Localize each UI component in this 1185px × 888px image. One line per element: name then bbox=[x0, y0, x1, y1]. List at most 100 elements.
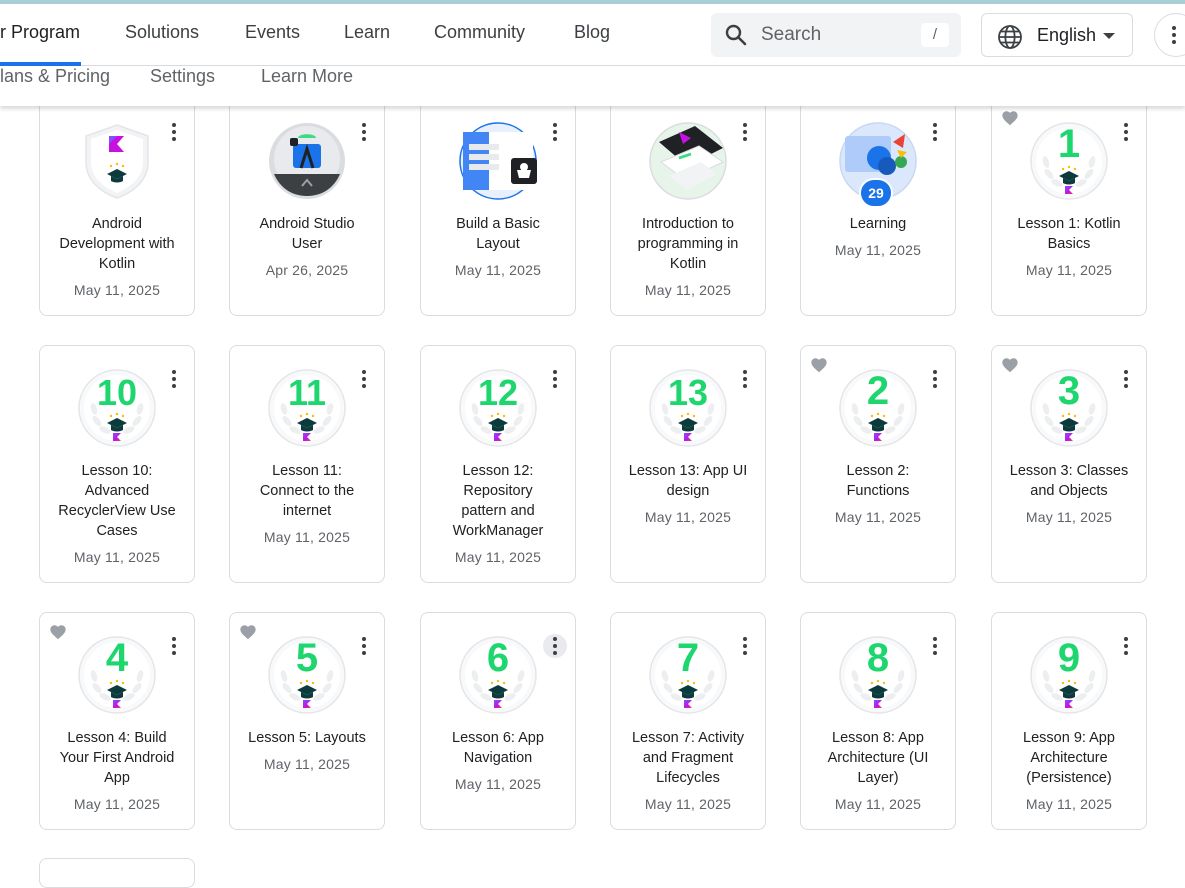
more-options-button[interactable] bbox=[1154, 13, 1185, 57]
badge-card[interactable]: 12 Lesson 12: Repository pattern and WorkMan… bbox=[420, 345, 576, 583]
badge-title-line: RecyclerView Use bbox=[58, 503, 176, 519]
lesson-badge-image: 5 bbox=[268, 636, 346, 714]
badge-title: Lesson 13: App UI design bbox=[619, 461, 757, 501]
badge-title-line: Repository bbox=[463, 483, 533, 499]
lesson-badge-image: 3 bbox=[1030, 369, 1108, 447]
card-more-options-icon[interactable] bbox=[1114, 634, 1138, 658]
badge-title-line: Lesson 4: Build bbox=[67, 730, 167, 746]
language-selector[interactable]: English bbox=[981, 13, 1133, 57]
badge-card[interactable]: 7 Lesson 7: Activity and Fragment Lifecycle… bbox=[610, 612, 766, 830]
subnav-learn-more[interactable]: Learn More bbox=[261, 66, 353, 87]
lesson-number: 3 bbox=[1057, 369, 1081, 413]
badge-earned-date: May 11, 2025 bbox=[454, 549, 542, 565]
lesson-number: 4 bbox=[105, 636, 129, 680]
badge-card[interactable]: 4 Lesson 4: Build Your First Android App May… bbox=[39, 612, 195, 830]
badge-title: Lesson 10: Advanced RecyclerView Use Cases bbox=[48, 461, 186, 541]
badge-card[interactable]: Android Studio User Apr 26, 2025 bbox=[229, 97, 385, 316]
badge-card[interactable]: 8 Lesson 8: App Architecture (UI Layer) May … bbox=[800, 612, 956, 830]
heart-icon[interactable] bbox=[1001, 357, 1019, 378]
badge-title-line: Build a Basic bbox=[456, 216, 540, 232]
intro-badge-image bbox=[649, 122, 727, 200]
badge-title-line: design bbox=[666, 483, 710, 499]
nav-tab-program[interactable]: r Program bbox=[0, 22, 80, 43]
badge-earned-date: May 11, 2025 bbox=[1025, 509, 1113, 525]
badge-title-line: and Fragment bbox=[642, 750, 734, 766]
lesson-number: 6 bbox=[486, 636, 510, 680]
card-more-options-icon[interactable] bbox=[923, 367, 947, 391]
badge-card[interactable]: 11 Lesson 11: Connect to the internet May 11… bbox=[229, 345, 385, 583]
badge-title-line: Cases bbox=[96, 523, 138, 539]
badge-earned-date: May 11, 2025 bbox=[644, 509, 732, 525]
card-more-options-icon[interactable] bbox=[543, 120, 567, 144]
badge-title-line: and Objects bbox=[1030, 483, 1108, 499]
nav-tab-learn[interactable]: Learn bbox=[344, 22, 390, 43]
card-more-options-icon[interactable] bbox=[162, 367, 186, 391]
badge-card[interactable]: Build a Basic Layout May 11, 2025 bbox=[420, 97, 576, 316]
card-more-options-icon[interactable] bbox=[733, 634, 757, 658]
heart-icon[interactable] bbox=[239, 624, 257, 645]
badge-card[interactable]: 6 Lesson 6: App Navigation May 11, 2025 bbox=[420, 612, 576, 830]
badge-title-line: internet bbox=[282, 503, 332, 519]
badge-earned-date: May 11, 2025 bbox=[263, 529, 351, 545]
badge-card-partial[interactable] bbox=[39, 858, 195, 888]
badge-card[interactable]: 3 Lesson 3: Classes and Objects May 11, 202… bbox=[991, 345, 1147, 583]
shield-badge-image bbox=[78, 122, 156, 200]
nav-tab-solutions[interactable]: Solutions bbox=[125, 22, 199, 43]
card-more-options-icon[interactable] bbox=[543, 367, 567, 391]
badge-title-line: Lesson 9: App bbox=[1023, 730, 1115, 746]
search-input[interactable] bbox=[761, 22, 911, 48]
nav-tab-community[interactable]: Community bbox=[434, 22, 525, 43]
card-more-options-icon[interactable] bbox=[1114, 367, 1138, 391]
heart-icon[interactable] bbox=[810, 357, 828, 378]
card-more-options-icon[interactable] bbox=[733, 367, 757, 391]
badge-title: Learning bbox=[809, 214, 947, 234]
badge-earned-date: May 11, 2025 bbox=[834, 796, 922, 812]
badge-title: Lesson 4: Build Your First Android App bbox=[48, 728, 186, 788]
badge-card[interactable]: 1 Lesson 1: Kotlin Basics May 11, 2025 bbox=[991, 97, 1147, 316]
badge-title-line: Learning bbox=[849, 216, 907, 232]
lesson-badge-image: 11 bbox=[268, 369, 346, 447]
lesson-badge-image: 1 bbox=[1030, 122, 1108, 200]
badge-card[interactable]: Android Development with Kotlin May 11, 202… bbox=[39, 97, 195, 316]
badge-card[interactable]: 10 Lesson 10: Advanced RecyclerView Use Case… bbox=[39, 345, 195, 583]
badge-title: Build a Basic Layout bbox=[429, 214, 567, 254]
badge-title-line: Lesson 3: Classes bbox=[1009, 463, 1129, 479]
card-more-options-icon[interactable] bbox=[733, 120, 757, 144]
globe-icon bbox=[997, 24, 1023, 55]
card-more-options-icon[interactable] bbox=[1114, 120, 1138, 144]
lesson-badge-image: 7 bbox=[649, 636, 727, 714]
nav-tab-events[interactable]: Events bbox=[245, 22, 300, 43]
badge-card[interactable]: 29 Learning May 11, 2025 bbox=[800, 97, 956, 316]
badge-title-line: Development with bbox=[59, 236, 175, 252]
card-more-options-icon[interactable] bbox=[352, 120, 376, 144]
card-more-options-icon[interactable] bbox=[352, 634, 376, 658]
lesson-number: 2 bbox=[866, 369, 890, 413]
badge-title-line: programming in bbox=[637, 236, 739, 252]
badge-title-line: Advanced bbox=[84, 483, 150, 499]
badge-card[interactable]: 2 Lesson 2: Functions May 11, 2025 bbox=[800, 345, 956, 583]
card-more-options-icon[interactable] bbox=[923, 120, 947, 144]
card-more-options-icon[interactable] bbox=[543, 634, 567, 658]
badge-earned-date: May 11, 2025 bbox=[834, 509, 922, 525]
card-more-options-icon[interactable] bbox=[352, 367, 376, 391]
subnav-settings[interactable]: Settings bbox=[150, 66, 215, 87]
search-box[interactable]: / bbox=[711, 13, 961, 57]
heart-icon[interactable] bbox=[1001, 110, 1019, 131]
subnav-plans-pricing[interactable]: lans & Pricing bbox=[0, 66, 110, 87]
card-more-options-icon[interactable] bbox=[162, 634, 186, 658]
badge-card[interactable]: 13 Lesson 13: App UI design May 11, 2025 bbox=[610, 345, 766, 583]
badge-card[interactable]: Introduction to programming in Kotlin May 1… bbox=[610, 97, 766, 316]
language-label: English bbox=[1037, 25, 1097, 45]
card-more-options-icon[interactable] bbox=[162, 120, 186, 144]
badge-title-line: Lesson 13: App UI bbox=[628, 463, 748, 479]
nav-tab-blog[interactable]: Blog bbox=[574, 22, 610, 43]
badge-earned-date: May 11, 2025 bbox=[834, 242, 922, 258]
badge-card[interactable]: 5 Lesson 5: Layouts May 11, 2025 bbox=[229, 612, 385, 830]
card-more-options-icon[interactable] bbox=[923, 634, 947, 658]
learning-badge-image: 29 bbox=[839, 122, 917, 208]
badge-title-line: Android bbox=[92, 216, 142, 232]
badge-title-line: User bbox=[291, 236, 323, 252]
heart-icon[interactable] bbox=[49, 624, 67, 645]
badge-title: Lesson 6: App Navigation bbox=[429, 728, 567, 768]
badge-card[interactable]: 9 Lesson 9: App Architecture (Persistence) M… bbox=[991, 612, 1147, 830]
